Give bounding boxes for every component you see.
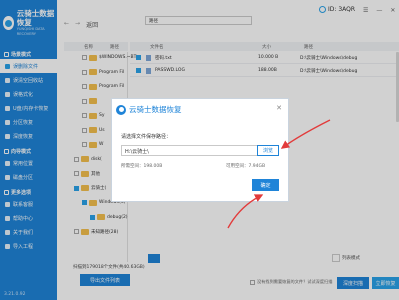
logo-icon — [116, 104, 126, 115]
dialog-title-text: 云骑士数据恢复 — [129, 105, 182, 114]
save-path-input[interactable]: H:\云骑士\ — [121, 145, 258, 156]
available-space: 可用空间：7.94GB — [226, 164, 266, 169]
dialog-title: 云骑士数据恢复 — [116, 104, 182, 115]
save-path-prompt: 请选择文件保存路径： — [121, 134, 172, 140]
app-window: 云骑士数据恢复 YUNQISHI DATA RECOVERY 场景模式 误删除文… — [0, 0, 399, 300]
required-space: 所需空间：198.00B — [121, 164, 163, 169]
confirm-button[interactable]: 确定 — [252, 179, 279, 191]
close-icon[interactable]: ✕ — [276, 104, 282, 112]
save-path-dialog: 云骑士数据恢复 ✕ 请选择文件保存路径： H:\云骑士\ 浏览 所需空间：198… — [111, 98, 289, 202]
browse-button[interactable]: 浏览 — [257, 145, 279, 156]
